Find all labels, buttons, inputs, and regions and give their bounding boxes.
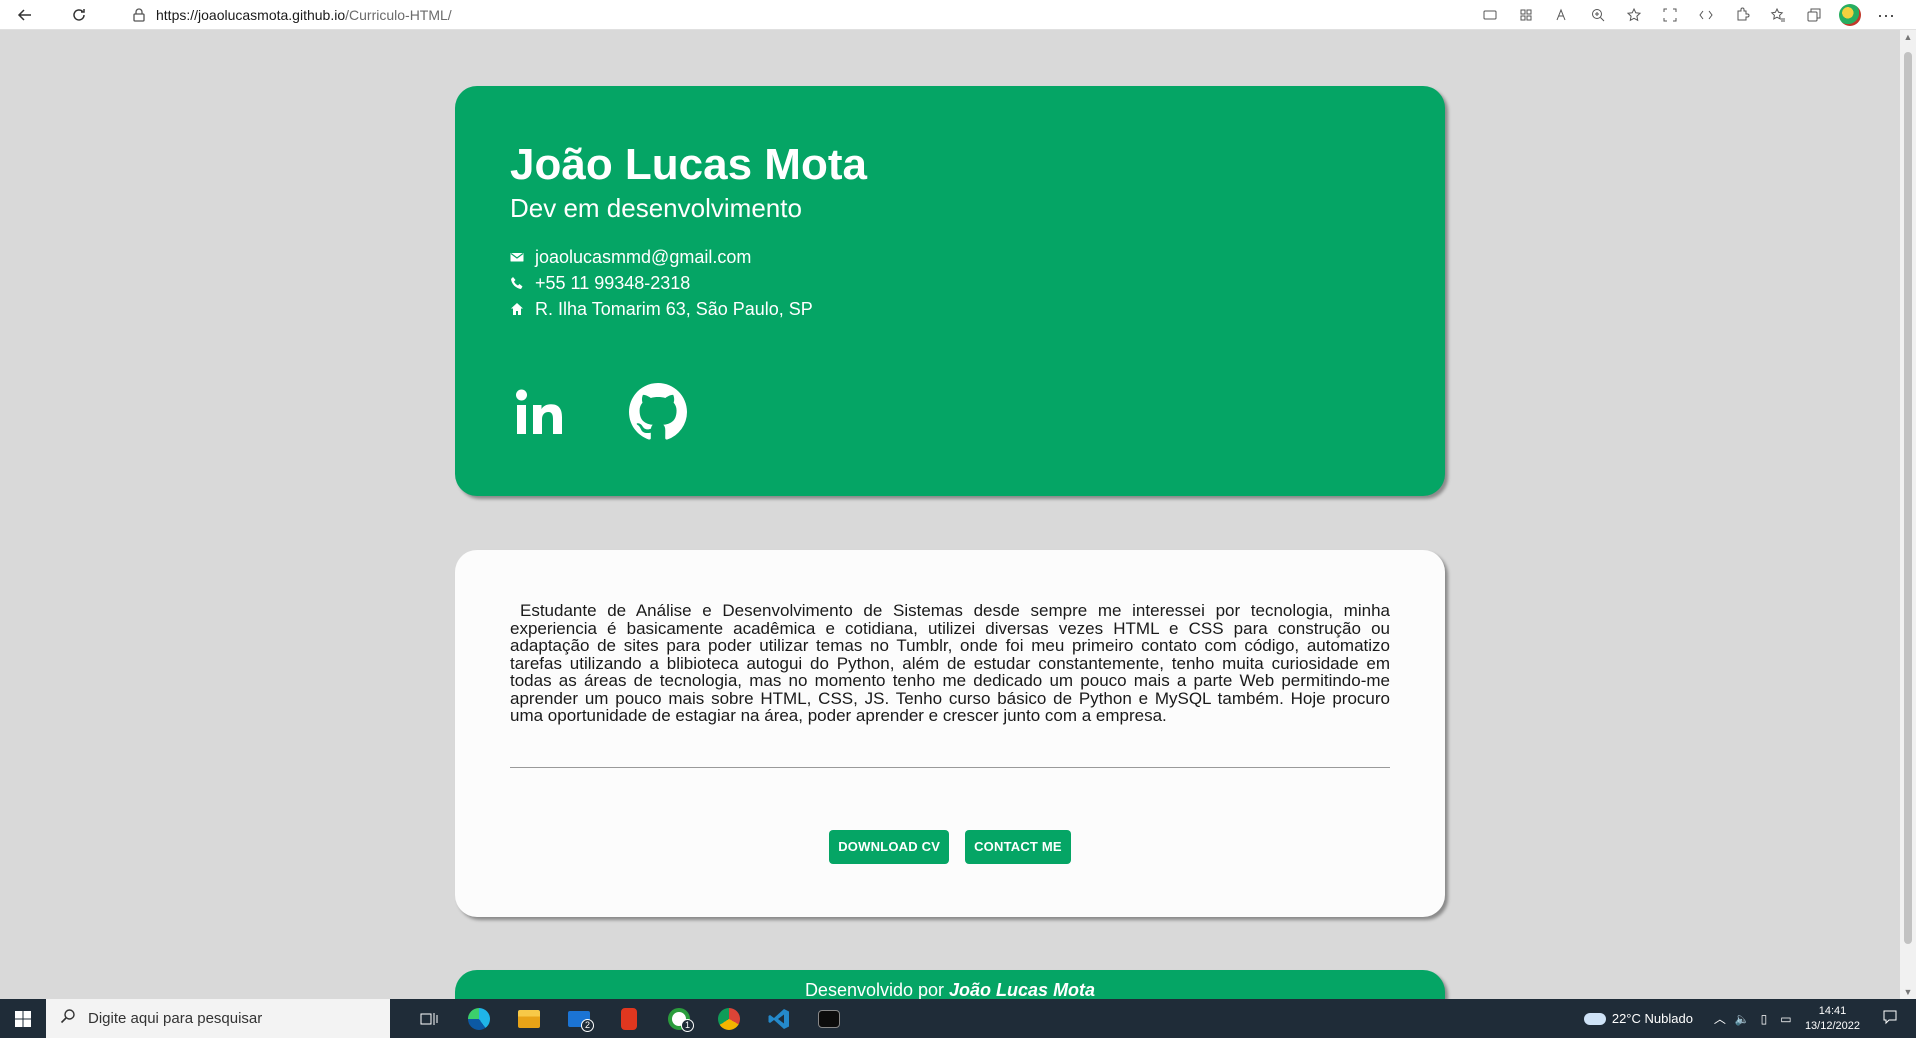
reload-icon[interactable] (64, 0, 94, 30)
profile-avatar[interactable] (1832, 0, 1868, 30)
contact-phone-text: +55 11 99348-2318 (535, 272, 691, 293)
weather-text: 22°C Nublado (1611, 1011, 1693, 1026)
taskbar-apps: 2 1 (404, 999, 854, 1038)
favorites-icon[interactable] (1760, 0, 1796, 30)
divider (510, 766, 1390, 768)
home-icon (510, 300, 528, 318)
task-view-icon[interactable] (404, 999, 454, 1038)
read-aloud-icon[interactable] (1544, 0, 1580, 30)
chevron-up-icon[interactable]: ︿ (1709, 1010, 1731, 1027)
code-icon[interactable] (1688, 0, 1724, 30)
clock-time: 14:41 (1818, 1004, 1847, 1017)
phone-icon (510, 274, 528, 292)
more-menu-icon[interactable]: ··· (1868, 0, 1904, 30)
grid-icon[interactable] (1508, 0, 1544, 30)
system-tray: 22°C Nublado ︿ 🔈 ▯ ▭ 14:41 13/12/2022 (1583, 999, 1916, 1038)
footer-author: João Lucas Mota (949, 980, 1096, 1000)
scroll-down-icon[interactable]: ▼ (1903, 987, 1913, 997)
taskbar-search-placeholder: Digite aqui para pesquisar (88, 1010, 263, 1027)
battery-icon[interactable]: ▯ (1753, 1012, 1775, 1026)
contact-address-text: R. Ilha Tomarim 63, São Paulo, SP (535, 298, 813, 319)
office-icon[interactable] (604, 999, 654, 1038)
scroll-thumb[interactable] (1904, 52, 1912, 944)
search-icon (60, 1008, 76, 1029)
action-buttons: Download CV Contact me (510, 829, 1390, 864)
browser-toolbar: https://joaolucasmota.github.io/Curricul… (0, 0, 1916, 30)
download-cv-button[interactable]: Download CV (829, 829, 950, 864)
taskbar-search-input[interactable]: Digite aqui para pesquisar (46, 999, 390, 1038)
page-scrollbar[interactable]: ▲ ▼ (1900, 30, 1916, 999)
browser-actions: ··· (1472, 0, 1904, 30)
contact-address: R. Ilha Tomarim 63, São Paulo, SP (510, 296, 1390, 322)
clock-date: 13/12/2022 (1804, 1019, 1860, 1032)
collections-icon[interactable] (1796, 0, 1832, 30)
linkedin-icon[interactable] (510, 382, 570, 442)
about-card: Estudante de Análise e Desenvolvimento d… (455, 550, 1445, 917)
chrome-icon[interactable] (704, 999, 754, 1038)
url-path: /Curriculo-HTML/ (345, 6, 452, 23)
github-icon[interactable] (628, 382, 688, 442)
contact-email: joaolucasmmd@gmail.com (510, 244, 1390, 270)
profile-header-card: João Lucas Mota Dev em desenvolvimento j… (455, 86, 1445, 496)
contact-phone: +55 11 99348-2318 (510, 270, 1390, 296)
favorite-add-icon[interactable] (1616, 0, 1652, 30)
scroll-up-icon[interactable]: ▲ (1903, 32, 1913, 42)
address-bar[interactable]: https://joaolucasmota.github.io/Curricul… (156, 7, 452, 23)
edge-browser-icon[interactable] (454, 999, 504, 1038)
volume-icon[interactable]: 🔈 (1731, 1012, 1753, 1026)
url-host: https://joaolucasmota.github.io (156, 6, 346, 23)
profile-name: João Lucas Mota (510, 140, 867, 189)
vscode-icon[interactable] (754, 999, 804, 1038)
mail-app-icon[interactable]: 2 (554, 999, 604, 1038)
network-icon[interactable]: ▭ (1775, 1012, 1797, 1026)
screenshot-icon[interactable] (1652, 0, 1688, 30)
zoom-icon[interactable] (1580, 0, 1616, 30)
mail-badge: 2 (581, 1019, 594, 1032)
profile-role: Dev em desenvolvimento (510, 193, 802, 223)
file-explorer-icon[interactable] (504, 999, 554, 1038)
contact-email-text[interactable]: joaolucasmmd@gmail.com (535, 247, 751, 268)
lock-icon[interactable] (132, 7, 146, 22)
weather-widget[interactable]: 22°C Nublado (1583, 1011, 1693, 1026)
social-links (510, 382, 1390, 442)
windows-start-icon[interactable] (0, 999, 46, 1038)
os-taskbar: Digite aqui para pesquisar 2 1 22°C Nubl… (0, 999, 1916, 1038)
footer-prefix: Desenvolvido por (804, 980, 945, 1000)
cloud-icon (1583, 1012, 1606, 1025)
contact-list: joaolucasmmd@gmail.com +55 11 99348-2318… (510, 244, 1390, 322)
app-available-icon[interactable] (1472, 0, 1508, 30)
xbox-icon[interactable]: 1 (654, 999, 704, 1038)
about-text: Estudante de Análise e Desenvolvimento d… (510, 601, 1390, 725)
system-clock[interactable]: 14:41 13/12/2022 (1805, 1004, 1860, 1034)
back-icon[interactable] (10, 0, 40, 30)
xbox-badge: 1 (681, 1019, 694, 1032)
terminal-icon[interactable] (804, 999, 854, 1038)
extensions-icon[interactable] (1724, 0, 1760, 30)
mail-icon (510, 248, 528, 266)
notifications-icon[interactable] (1878, 1009, 1902, 1028)
contact-me-button[interactable]: Contact me (965, 829, 1071, 864)
